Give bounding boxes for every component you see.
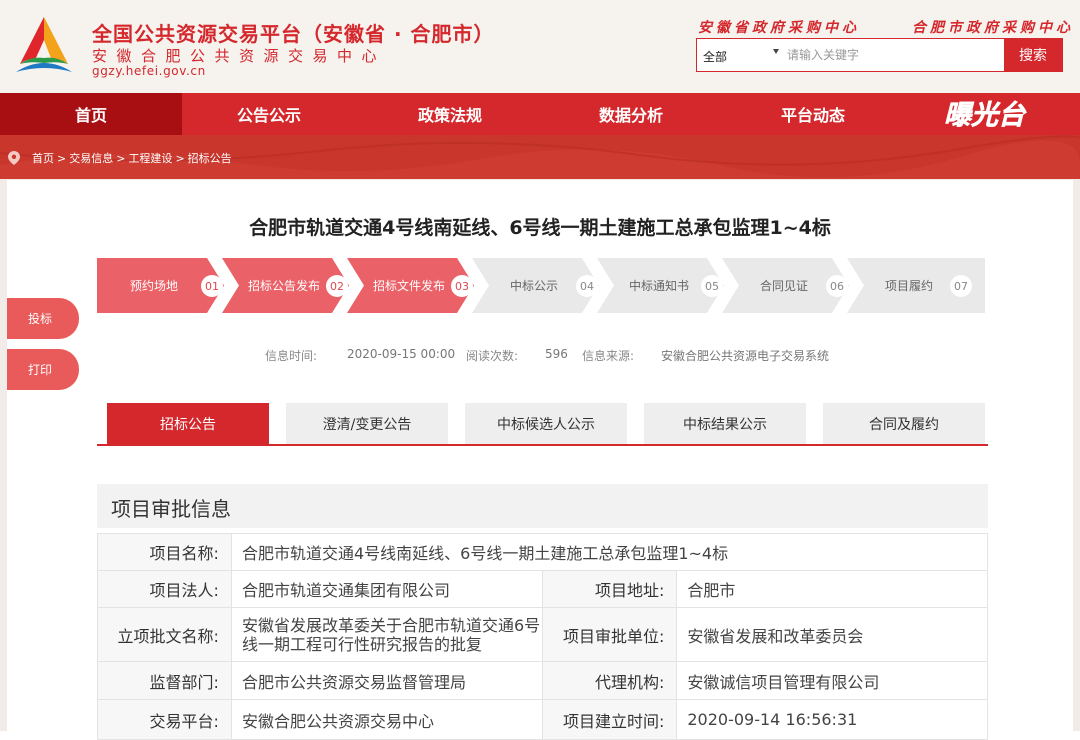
- site-url: ggzy.hefei.gov.cn: [92, 64, 206, 78]
- nav-item-platform-news[interactable]: 平台动态: [722, 93, 904, 135]
- platform-value: 安徽合肥公共资源交易中心: [230, 699, 544, 740]
- step-label: 招标公告发布: [248, 279, 321, 293]
- step-label: 中标公示: [510, 279, 559, 293]
- legal-entity-label: 项目法人:: [97, 570, 232, 608]
- step-number: 05: [701, 275, 723, 297]
- info-time-value: 2020-09-15 00:00: [347, 347, 456, 361]
- created-time-label: 项目建立时间:: [542, 699, 678, 740]
- step-item[interactable]: 中标通知书 05: [597, 258, 724, 313]
- step-number: 03: [451, 275, 473, 297]
- platform-logo-icon: [16, 17, 72, 72]
- site-subtitle: 安徽合肥公共资源交易中心: [92, 47, 387, 65]
- project-address-label: 项目地址:: [542, 570, 678, 608]
- step-item[interactable]: 项目履约 07: [847, 258, 985, 313]
- step-label: 招标文件发布: [373, 279, 446, 293]
- main-nav: 首页 公告公示 政策法规 数据分析 平台动态 曝光台: [0, 93, 1080, 135]
- read-count-value: 596: [545, 347, 568, 361]
- table-row: 项目法人: 合肥市轨道交通集团有限公司 项目地址: 合肥市: [97, 570, 988, 608]
- table-row: 交易平台: 安徽合肥公共资源交易中心 项目建立时间: 2020-09-14 16…: [97, 699, 988, 740]
- page-title: 合肥市轨道交通4号线南延线、6号线一期土建施工总承包监理1~4标: [249, 217, 831, 239]
- project-info-table: 项目名称: 合肥市轨道交通4号线南延线、6号线一期土建施工总承包监理1~4标 项…: [97, 533, 989, 740]
- step-number: 01: [201, 275, 223, 297]
- search-category-value: 全部: [703, 50, 728, 64]
- supervisor-value: 合肥市公共资源交易监督管理局: [230, 661, 544, 700]
- step-item[interactable]: 招标公告发布 02: [222, 258, 349, 313]
- step-item[interactable]: 预约场地 01: [97, 258, 224, 313]
- location-pin-icon: [8, 151, 20, 165]
- info-source-label: 信息来源:: [582, 349, 635, 363]
- step-item[interactable]: 合同见证 06: [722, 258, 849, 313]
- legal-entity-value: 合肥市轨道交通集团有限公司: [230, 570, 544, 608]
- exposure-board-logo[interactable]: 曝光台: [940, 96, 1052, 132]
- table-row: 项目名称: 合肥市轨道交通4号线南延线、6号线一期土建施工总承包监理1~4标: [97, 533, 989, 571]
- tabs-underline: [97, 444, 988, 446]
- project-name-value: 合肥市轨道交通4号线南延线、6号线一期土建施工总承包监理1~4标: [230, 533, 989, 571]
- nav-item-data-analysis[interactable]: 数据分析: [540, 93, 722, 135]
- breadcrumb-separator: >: [116, 151, 126, 165]
- step-number: 02: [326, 275, 348, 297]
- supervisor-label: 监督部门:: [97, 661, 232, 700]
- breadcrumb-separator: >: [57, 151, 67, 165]
- step-item[interactable]: 招标文件发布 03: [347, 258, 474, 313]
- tab-clarification[interactable]: 澄清/变更公告: [286, 403, 448, 445]
- step-label: 合同见证: [760, 279, 809, 293]
- step-item[interactable]: 中标公示 04: [472, 258, 599, 313]
- print-button[interactable]: 打印: [7, 349, 79, 390]
- table-row: 立项批文名称: 安徽省发展改革委关于合肥市轨道交通6号线一期工程可行性研究报告的…: [97, 607, 988, 662]
- nav-item-announcements[interactable]: 公告公示: [178, 93, 360, 135]
- nav-item-home[interactable]: 首页: [0, 93, 182, 135]
- breadcrumb-construction[interactable]: 工程建设: [128, 150, 172, 166]
- tab-tender-notice[interactable]: 招标公告: [107, 403, 269, 445]
- process-steps: 预约场地 01 招标公告发布 02 招标文件发布 03 中标公示 04 中标通知…: [97, 258, 985, 313]
- site-title: 全国公共资源交易平台（安徽省 · 合肥市）: [92, 22, 495, 46]
- project-name-label: 项目名称:: [97, 533, 232, 571]
- tab-candidate-notice[interactable]: 中标候选人公示: [465, 403, 627, 445]
- step-number: 07: [950, 275, 972, 297]
- breadcrumb-tender-notice[interactable]: 招标公告: [188, 150, 232, 166]
- tab-contract[interactable]: 合同及履约: [823, 403, 985, 445]
- step-number: 04: [576, 275, 598, 297]
- info-source-value: 安徽合肥公共资源电子交易系统: [661, 349, 830, 363]
- approval-doc-label: 立项批文名称:: [97, 607, 232, 662]
- step-label: 项目履约: [885, 279, 934, 293]
- approval-unit-label: 项目审批单位:: [542, 607, 678, 662]
- breadcrumb-separator: >: [175, 151, 185, 165]
- table-row: 监督部门: 合肥市公共资源交易监督管理局 代理机构: 安徽诚信项目管理有限公司: [97, 661, 988, 700]
- tab-result-notice[interactable]: 中标结果公示: [644, 403, 806, 445]
- agency-value: 安徽诚信项目管理有限公司: [676, 661, 988, 700]
- agency-label: 代理机构:: [542, 661, 678, 700]
- section-header: 项目审批信息: [97, 484, 988, 528]
- chevron-down-icon: [773, 49, 779, 54]
- link-province-procurement[interactable]: 安徽省政府采购中心: [698, 17, 860, 37]
- link-city-procurement[interactable]: 合肥市政府采购中心: [912, 17, 1074, 37]
- created-time-value: 2020-09-14 16:56:31: [676, 699, 988, 740]
- info-time-label: 信息时间:: [265, 349, 318, 363]
- nav-item-policies[interactable]: 政策法规: [359, 93, 541, 135]
- approval-unit-value: 安徽省发展和改革委员会: [676, 607, 988, 662]
- search-box: 全部 搜索: [696, 38, 1063, 72]
- site-header: 全国公共资源交易平台（安徽省 · 合肥市） 安徽合肥公共资源交易中心 ggzy.…: [0, 0, 1080, 93]
- step-number: 06: [826, 275, 848, 297]
- step-label: 预约场地: [130, 279, 179, 293]
- read-count-label: 阅读次数:: [466, 349, 519, 363]
- step-label: 中标通知书: [629, 279, 690, 293]
- section-title: 项目审批信息: [111, 497, 231, 521]
- breadcrumb-home[interactable]: 首页: [32, 150, 54, 166]
- exposure-board-text: 曝光台: [944, 100, 1027, 131]
- breadcrumb-trade-info[interactable]: 交易信息: [69, 150, 113, 166]
- search-button[interactable]: 搜索: [1004, 39, 1062, 71]
- search-input[interactable]: [787, 45, 997, 65]
- project-address-value: 合肥市: [676, 570, 988, 608]
- breadcrumb: 首页 > 交易信息 > 工程建设 > 招标公告: [8, 150, 232, 166]
- search-category-select[interactable]: 全部: [697, 39, 783, 71]
- bid-button[interactable]: 投标: [7, 298, 79, 339]
- approval-doc-value: 安徽省发展改革委关于合肥市轨道交通6号线一期工程可行性研究报告的批复: [230, 607, 544, 662]
- platform-label: 交易平台:: [97, 699, 232, 740]
